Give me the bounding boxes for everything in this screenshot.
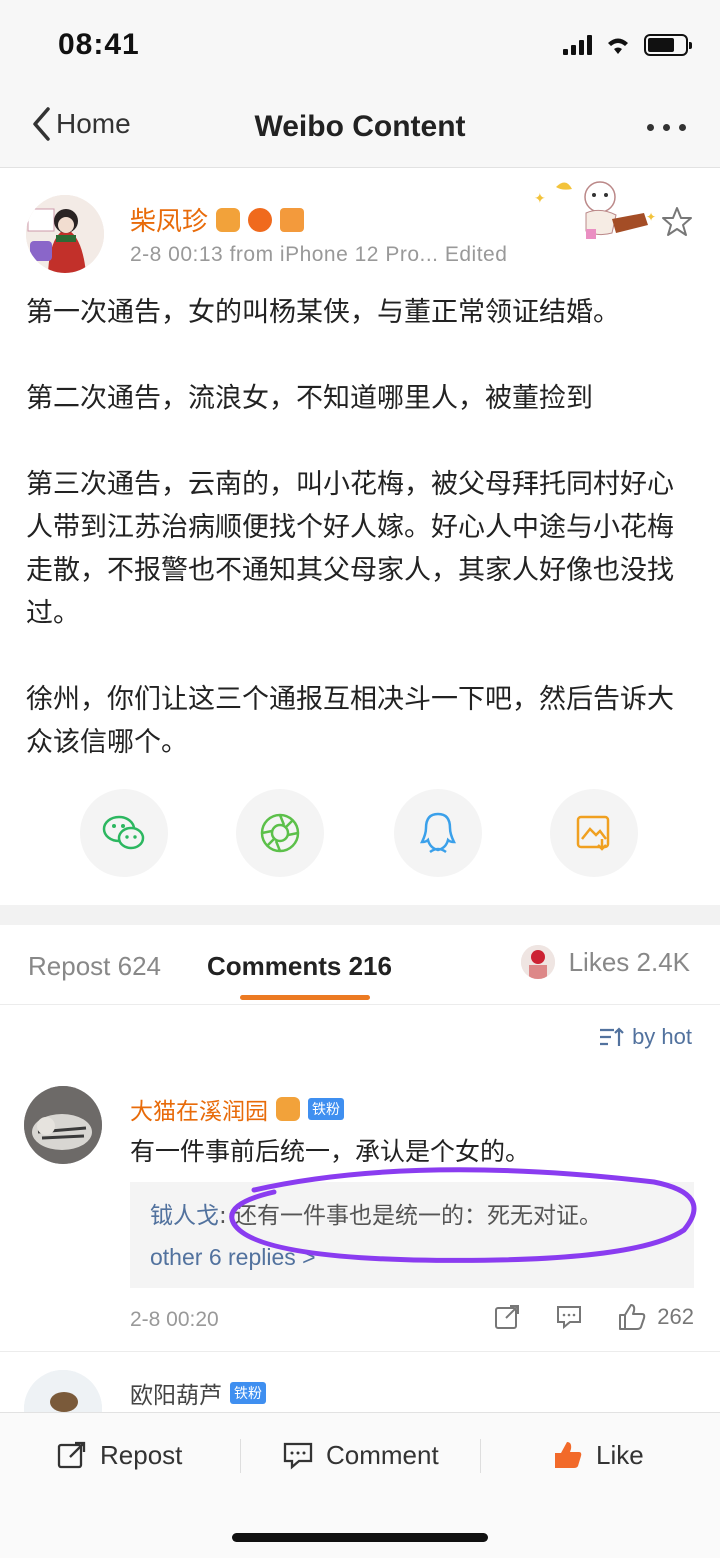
comment-footer: 2-8 00:20 262: [130, 1304, 694, 1332]
liker-avatar: [520, 945, 555, 979]
active-tab-indicator: [240, 995, 370, 1000]
forward-icon[interactable]: [493, 1303, 521, 1331]
reply-comment-icon[interactable]: [555, 1303, 583, 1331]
crown-badge-icon: [216, 207, 241, 232]
battery-icon: [644, 34, 692, 56]
more-options-icon[interactable]: [647, 124, 686, 131]
post-paragraph: 徐州，你们让这三个通报互相决斗一下吧，然后告诉大众该信哪个。: [26, 684, 674, 758]
signal-icon: [563, 35, 592, 55]
status-icons: [563, 34, 692, 56]
bar-divider: [240, 1439, 241, 1473]
share-qq-button[interactable]: [394, 789, 482, 877]
commenter-name-row[interactable]: 大猫在溪润园 铁粉: [130, 1092, 344, 1126]
svg-text:✦: ✦: [646, 210, 656, 224]
fire-badge-icon: [248, 207, 273, 232]
post-paragraph: 第三次通告，云南的，叫小花梅，被父母拜托同村好心人带到江苏治病顺便找个好人嫁。好…: [26, 469, 674, 629]
comment-like-count: 262: [657, 1304, 694, 1329]
tab-repost[interactable]: Repost 624: [28, 951, 161, 982]
sort-by-hot-button[interactable]: by hot: [598, 1024, 692, 1050]
hand-drawn-circle-annotation: [229, 1167, 697, 1263]
commenter-name: 大猫在溪润园: [130, 1098, 268, 1124]
repost-button[interactable]: Repost: [56, 1439, 182, 1471]
fan-badge: 铁粉: [308, 1098, 344, 1120]
sort-label: by hot: [632, 1024, 692, 1049]
author-name: 柴凤珍: [130, 206, 209, 236]
like-label: Like: [596, 1439, 644, 1470]
sort-icon: [600, 1027, 624, 1046]
comment-item: 大猫在溪润园 铁粉 有一件事前后统一，承认是个女的。 钺人戈: 还有一件事也是统…: [0, 1080, 720, 1352]
comment-actions: 262: [493, 1302, 694, 1332]
post-content: 第一次通告，女的叫杨某侠，与董正常领证结婚。 第二次通告，流浪女，不知道哪里人，…: [26, 291, 696, 807]
page-title: Weibo Content: [254, 110, 466, 143]
comment-like-button[interactable]: 262: [617, 1302, 694, 1332]
like-button[interactable]: Like: [552, 1439, 644, 1471]
share-wechat-button[interactable]: [80, 789, 168, 877]
reply-author[interactable]: 钺人戈: [150, 1203, 219, 1229]
crown-badge-icon: [276, 1097, 300, 1121]
bottom-action-bar: Repost Comment Like: [0, 1412, 720, 1558]
author-name-row[interactable]: 柴凤珍: [130, 201, 305, 238]
bar-divider: [480, 1439, 481, 1473]
save-image-button[interactable]: [550, 789, 638, 877]
status-bar: 08:41: [0, 0, 720, 88]
post-meta: 2-8 00:13 from iPhone 12 Pro... Edited: [130, 243, 508, 266]
wechat-icon: [102, 815, 145, 850]
nav-bar: Home Weibo Content: [0, 88, 720, 168]
likes-label: Likes 2.4K: [568, 946, 690, 977]
weibo-post: 柴凤珍 2-8 00:13 from iPhone 12 Pro... Edit…: [0, 169, 720, 905]
thumbs-up-icon: [619, 1304, 646, 1330]
post-paragraph: 第二次通告，流浪女，不知道哪里人，被董捡到: [26, 383, 593, 414]
commenter-avatar[interactable]: [24, 1086, 102, 1164]
megaphone-badge-icon: [280, 207, 305, 232]
comment-label: Comment: [326, 1439, 439, 1470]
like-icon: [555, 1442, 582, 1468]
status-time: 08:41: [58, 28, 140, 61]
fan-badge: 铁粉: [230, 1382, 266, 1404]
moments-icon: [260, 813, 300, 853]
favorite-star-icon[interactable]: [660, 205, 694, 239]
wifi-icon: [608, 38, 628, 54]
commenter-name: 欧阳葫芦: [130, 1382, 222, 1408]
section-divider: [0, 905, 720, 925]
repost-label: Repost: [100, 1439, 183, 1470]
post-paragraph: 第一次通告，女的叫杨某侠，与董正常领证结婚。: [26, 297, 620, 328]
save-image-icon: [576, 815, 610, 851]
tab-likes[interactable]: Likes 2.4K: [520, 945, 690, 979]
interaction-tabs: Repost 624 Comments 216 Likes 2.4K: [0, 925, 720, 1005]
svg-text:✦: ✦: [534, 190, 546, 206]
home-indicator: [232, 1533, 488, 1542]
qq-icon: [419, 812, 457, 854]
author-avatar[interactable]: [26, 195, 104, 273]
tab-comments[interactable]: Comments 216: [207, 951, 392, 982]
share-row: [0, 789, 720, 879]
share-moments-button[interactable]: [236, 789, 324, 877]
comment-button[interactable]: Comment: [282, 1439, 439, 1471]
decoration-sticker-icon: ✦ ✦: [534, 181, 656, 239]
repost-icon: [57, 1441, 86, 1469]
comment-icon: [283, 1442, 313, 1470]
commenter-name-row[interactable]: 欧阳葫芦 铁粉: [130, 1376, 266, 1410]
comment-time: 2-8 00:20: [130, 1308, 219, 1331]
